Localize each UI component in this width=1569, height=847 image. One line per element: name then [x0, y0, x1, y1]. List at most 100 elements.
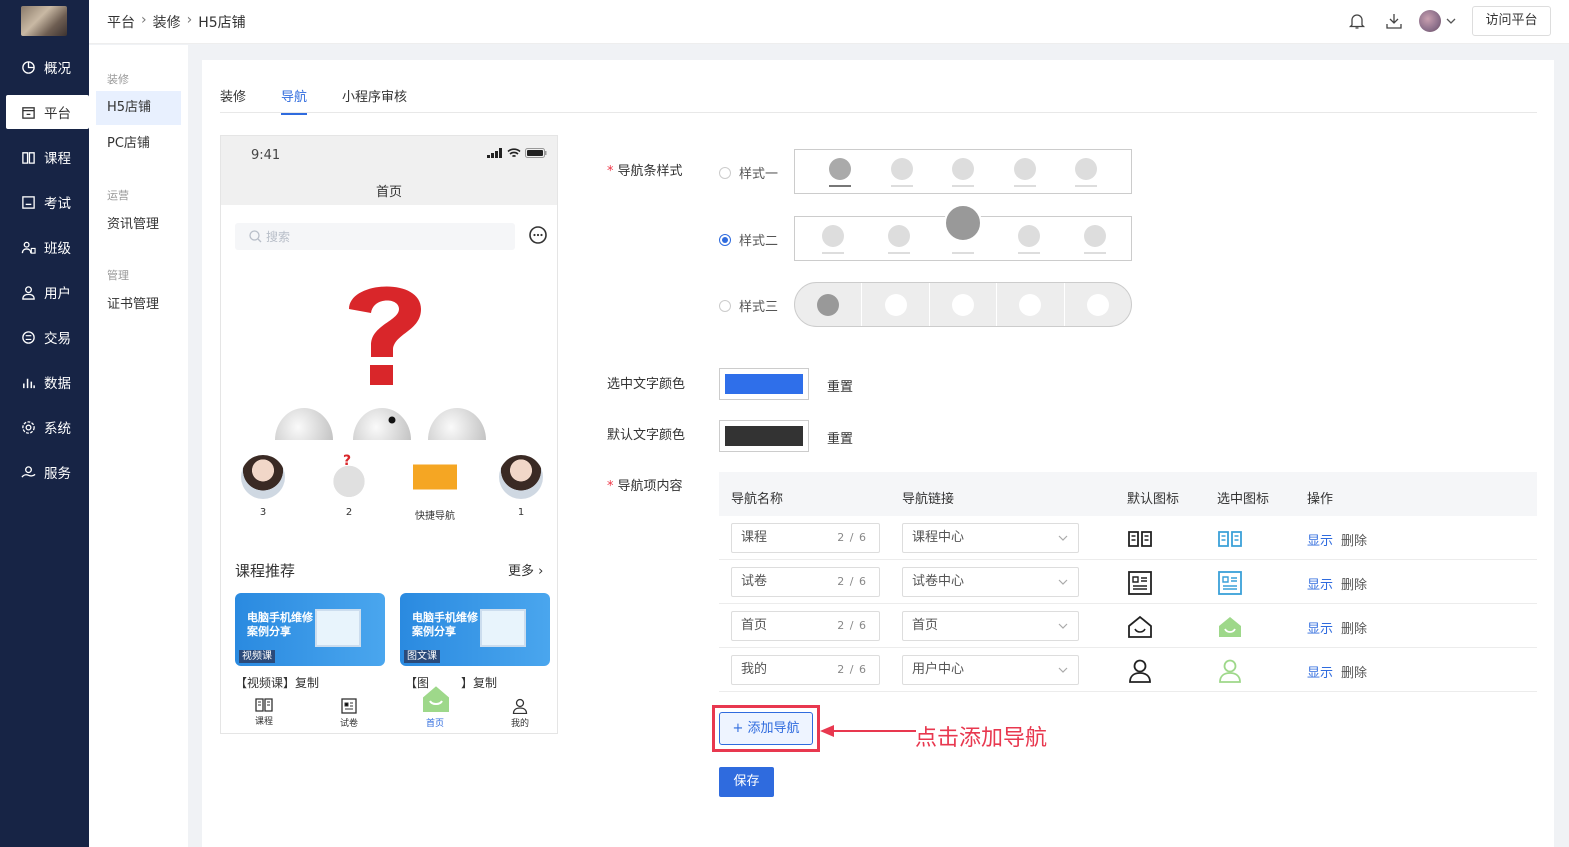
sidebar-item-overview[interactable]: 概况 [6, 50, 89, 84]
avatar[interactable] [1419, 10, 1441, 32]
show-button[interactable]: 显示 [1307, 534, 1333, 549]
course-card[interactable]: 电脑手机维修案例分享 图文课 [400, 593, 550, 666]
sidebar-item-transaction[interactable]: 交易 [6, 320, 89, 354]
style-three-preview[interactable] [794, 282, 1132, 327]
bell-icon[interactable] [1348, 12, 1366, 30]
signal-icon [487, 148, 502, 158]
gear-icon [20, 419, 36, 435]
more-link[interactable]: 更多 › [508, 560, 543, 579]
transaction-icon [20, 329, 36, 345]
breadcrumb-item[interactable]: 装修 [153, 12, 181, 32]
phone-tab-course[interactable]: 课程 [242, 698, 286, 727]
sidebar-item-platform[interactable]: 平台 [6, 95, 89, 129]
nav-style-label: * 导航条样式 [607, 164, 683, 179]
chevron-down-icon[interactable] [1446, 17, 1456, 25]
book-active-icon[interactable] [1217, 526, 1243, 552]
phone-tab-bar: 课程 试卷 首页 我的 [221, 683, 557, 733]
tab-miniapp-review[interactable]: 小程序审核 [342, 86, 407, 115]
column-header: 导航链接 [902, 492, 955, 507]
sidebar-item-course[interactable]: 课程 [6, 140, 89, 174]
delete-button[interactable]: 删除 [1341, 534, 1367, 549]
book-icon[interactable] [1127, 526, 1153, 552]
tab-navigation[interactable]: 导航 [281, 86, 308, 115]
chat-icon[interactable] [528, 225, 548, 245]
phone-tab-home[interactable]: 首页 [413, 716, 457, 729]
phone-tab-mine[interactable]: 我的 [498, 698, 542, 729]
banner-thumbnail [413, 455, 457, 499]
quick-nav-item[interactable]: 3 [233, 455, 293, 518]
table-row: 我的 2 / 6 用户中心 显示 删除 [719, 648, 1537, 692]
nav-link-select[interactable]: 课程中心 [902, 523, 1079, 553]
color-swatch [725, 374, 803, 394]
phone-preview: 9:41 首页 搜索 3 ? 2 快捷导航 1 课程推荐 更多 › 电脑手机维修… [220, 135, 558, 734]
submenu-item-news[interactable]: 资讯管理 [96, 208, 181, 242]
sidebar-item-label: 系统 [44, 421, 71, 437]
user-active-icon[interactable] [1217, 658, 1243, 684]
home-icon[interactable] [1127, 614, 1153, 640]
nav-name-input[interactable]: 我的 2 / 6 [731, 655, 880, 685]
sidebar-item-user[interactable]: 用户 [6, 275, 89, 309]
course-card[interactable]: 电脑手机维修案例分享 视频课 [235, 593, 385, 666]
reset-selected-color-button[interactable]: 重置 [827, 376, 853, 395]
delete-button[interactable]: 删除 [1341, 666, 1367, 681]
sidebar-item-label: 考试 [44, 196, 71, 212]
home-active-icon[interactable] [1217, 614, 1243, 640]
tab-decoration[interactable]: 装修 [220, 86, 246, 115]
nav-link-select[interactable]: 首页 [902, 611, 1079, 641]
chevron-right-icon: › [538, 564, 544, 579]
sidebar-item-service[interactable]: 服务 [6, 455, 89, 489]
store-icon [20, 104, 36, 120]
nav-name-input[interactable]: 首页 2 / 6 [731, 611, 880, 641]
style-two-radio[interactable]: 样式二 [719, 230, 778, 249]
user-icon[interactable] [1127, 658, 1153, 684]
show-button[interactable]: 显示 [1307, 666, 1333, 681]
phone-search-input[interactable]: 搜索 [235, 223, 515, 250]
show-button[interactable]: 显示 [1307, 622, 1333, 637]
top-header: 平台 › 装修 › H5店铺 访问平台 [89, 0, 1569, 44]
nav-link-select[interactable]: 用户中心 [902, 655, 1079, 685]
delete-button[interactable]: 删除 [1341, 622, 1367, 637]
sidebar-item-exam[interactable]: 考试 [6, 185, 89, 219]
delete-button[interactable]: 删除 [1341, 578, 1367, 593]
reset-default-color-button[interactable]: 重置 [827, 428, 853, 447]
add-nav-button[interactable]: + 添加导航 [719, 712, 813, 745]
breadcrumb-item[interactable]: 平台 [107, 12, 135, 32]
row-actions: 显示 删除 [1307, 530, 1367, 549]
style-one-preview[interactable] [794, 149, 1132, 194]
default-color-picker[interactable] [719, 420, 809, 452]
submenu-item-h5[interactable]: H5店铺 [96, 91, 181, 125]
chevron-down-icon [1058, 579, 1068, 585]
visit-platform-button[interactable]: 访问平台 [1472, 6, 1551, 36]
submenu-item-cert[interactable]: 证书管理 [96, 288, 181, 322]
save-button[interactable]: 保存 [719, 767, 774, 797]
nav-name-input[interactable]: 课程 2 / 6 [731, 523, 880, 553]
phone-page-title: 首页 [375, 185, 402, 200]
show-button[interactable]: 显示 [1307, 578, 1333, 593]
paper-active-icon[interactable] [1217, 570, 1243, 596]
style-two-preview[interactable] [794, 204, 1132, 261]
paper-icon[interactable] [1127, 570, 1153, 596]
whiteboard-image [480, 609, 526, 647]
phone-tab-paper[interactable]: 试卷 [327, 698, 371, 729]
logo[interactable] [21, 6, 67, 36]
style-three-radio[interactable]: 样式三 [719, 296, 778, 315]
submenu-item-pc[interactable]: PC店铺 [96, 127, 181, 161]
download-icon[interactable] [1385, 12, 1403, 30]
quick-nav-item[interactable]: 快捷导航 [405, 455, 465, 522]
sidebar-item-data[interactable]: 数据 [6, 365, 89, 399]
style-one-radio[interactable]: 样式一 [719, 163, 778, 182]
whiteboard-image [315, 609, 361, 647]
selected-color-picker[interactable] [719, 368, 809, 400]
chevron-right-icon: › [141, 12, 147, 28]
nav-name-input[interactable]: 试卷 2 / 6 [731, 567, 880, 597]
user-icon [20, 284, 36, 300]
sidebar-item-class[interactable]: 班级 [6, 230, 89, 264]
submenu-group: 运营 [107, 189, 129, 202]
pie-chart-icon [20, 59, 36, 75]
quick-nav-item[interactable]: ? 2 [319, 453, 379, 518]
sidebar-item-system[interactable]: 系统 [6, 410, 89, 444]
nav-link-select[interactable]: 试卷中心 [902, 567, 1079, 597]
main-content: 装修 导航 小程序审核 9:41 首页 搜索 3 ? 2 快捷导航 1 课程推荐… [202, 60, 1554, 847]
quick-nav-item[interactable]: 1 [491, 455, 551, 518]
course-card-text: 电脑手机维修案例分享 [247, 611, 313, 638]
